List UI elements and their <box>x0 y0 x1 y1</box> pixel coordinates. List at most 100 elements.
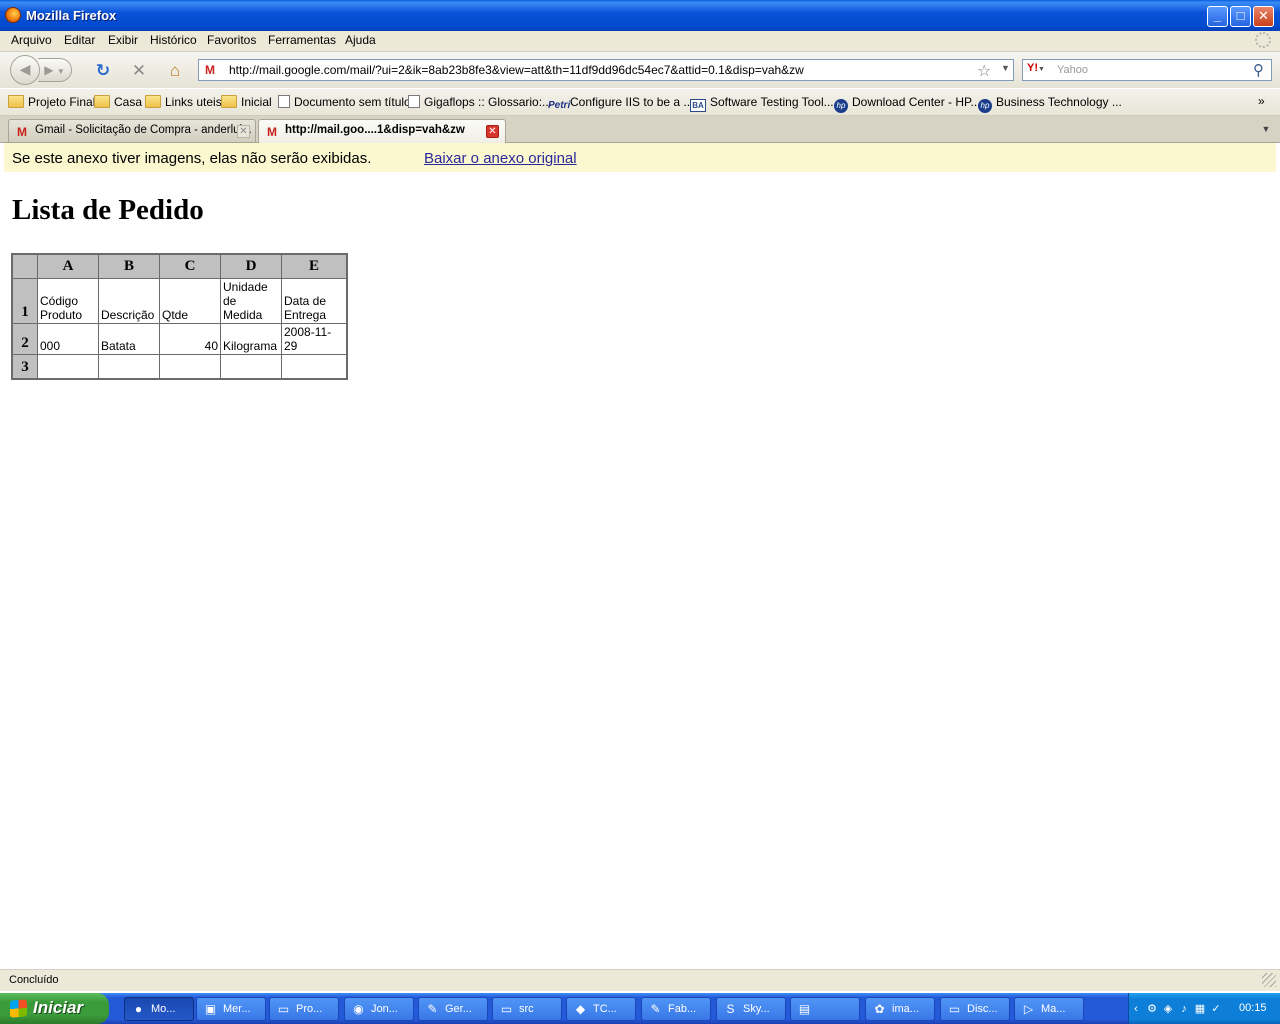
resize-grip-icon[interactable] <box>1262 973 1276 987</box>
taskbar-button[interactable]: ▷ Ma... <box>1014 997 1084 1021</box>
taskbar-button[interactable]: ▭ src <box>492 997 562 1021</box>
url-input[interactable] <box>229 62 969 78</box>
taskbar-button[interactable]: S Sky... <box>716 997 786 1021</box>
column-header-c: C <box>159 253 221 279</box>
home-icon[interactable]: ⌂ <box>165 61 185 81</box>
folder-icon <box>221 95 237 108</box>
table-row: 3 <box>11 354 348 380</box>
tab-gmail[interactable]: M Gmail - Solicitação de Compra - anderl… <box>8 119 256 142</box>
menu-historico[interactable]: Histórico <box>150 33 197 47</box>
search-box[interactable]: Y!▼ ⚲ <box>1022 59 1272 81</box>
forward-button[interactable]: ▶ ▼ <box>38 58 72 82</box>
back-arrow-icon: ◀ <box>19 61 31 77</box>
skype-icon: S <box>726 1002 735 1016</box>
table-cell: 000 <box>37 323 99 355</box>
column-header-b: B <box>98 253 160 279</box>
stop-icon[interactable]: ✕ <box>129 61 149 81</box>
table-cell: Batata <box>98 323 160 355</box>
tab-list-dropdown-icon[interactable]: ▼ <box>1259 122 1273 136</box>
search-magnifier-icon[interactable]: ⚲ <box>1253 61 1264 79</box>
bookmark-item[interactable]: hp Business Technology ... <box>978 95 1122 113</box>
table-cell: Data de Entrega <box>281 278 348 324</box>
ba-icon: BA <box>690 99 706 112</box>
activity-throbber-icon <box>1255 32 1271 48</box>
table-cell: 40 <box>159 323 221 355</box>
bookmark-item[interactable]: Casa <box>94 95 142 109</box>
taskbar-button[interactable]: ✎ Ger... <box>418 997 488 1021</box>
taskbar-button[interactable]: ● Mo... <box>124 997 194 1021</box>
tab-strip: M Gmail - Solicitação de Compra - anderl… <box>0 116 1280 143</box>
tab-close-icon[interactable]: ✕ <box>486 125 499 138</box>
folder-icon: ▭ <box>500 1002 513 1016</box>
taskbar-button[interactable]: ◉ Jon... <box>344 997 414 1021</box>
taskbar-button[interactable]: ✎ Fab... <box>641 997 711 1021</box>
table-cell: 2008-11-29 <box>281 323 348 355</box>
app-window-icon: ▣ <box>204 1002 217 1016</box>
firefox-logo-icon <box>5 7 21 23</box>
tab-attachment[interactable]: M http://mail.goo....1&disp=vah&zw ✕ <box>258 119 506 143</box>
table-cell <box>98 354 160 380</box>
taskbar-button[interactable]: ✿ ima... <box>865 997 935 1021</box>
app-window-icon: ▤ <box>798 1002 811 1016</box>
minimize-button[interactable]: _ <box>1207 6 1228 27</box>
download-original-link[interactable]: Baixar o anexo original <box>424 150 577 167</box>
yahoo-engine-icon[interactable]: Y!▼ <box>1027 62 1045 74</box>
page-content: Lista de Pedido A B C D E 1 Código Produ… <box>4 172 1276 968</box>
bookmark-item[interactable]: Documento sem título <box>278 95 411 109</box>
bookmark-item[interactable]: hp Download Center - HP... <box>834 95 981 113</box>
bookmark-item[interactable]: Gigaflops :: Glossario:... <box>408 95 552 109</box>
antivirus-icon[interactable]: ✓ <box>1209 1002 1223 1016</box>
folder-icon: ▭ <box>948 1002 961 1016</box>
menu-exibir[interactable]: Exibir <box>108 33 138 47</box>
search-input[interactable] <box>1057 62 1247 78</box>
folder-icon: ▭ <box>277 1002 290 1016</box>
close-window-button[interactable]: ✕ <box>1253 6 1274 27</box>
address-bar[interactable]: M ☆ ▼ <box>198 59 1014 81</box>
history-dropdown-icon[interactable]: ▼ <box>57 67 65 76</box>
maximize-button[interactable]: □ <box>1230 6 1251 27</box>
status-text: Concluído <box>9 974 59 986</box>
forward-arrow-icon: ▶ <box>44 63 54 77</box>
bookmark-item[interactable]: BA Software Testing Tool... <box>690 95 834 112</box>
tray-expand-icon[interactable]: ‹ <box>1129 1002 1143 1016</box>
bookmark-star-icon[interactable]: ☆ <box>977 61 991 81</box>
gmail-favicon-icon: M <box>17 125 27 139</box>
hp-icon: hp <box>834 99 848 113</box>
bookmark-item[interactable]: Links uteis <box>145 95 222 109</box>
taskbar-button[interactable]: ▭ Pro... <box>269 997 339 1021</box>
tool-icon: ✎ <box>650 1002 661 1016</box>
url-dropdown-icon[interactable]: ▼ <box>1001 63 1010 73</box>
window-title: Mozilla Firefox <box>26 8 117 23</box>
firefox-icon: ● <box>134 1002 143 1016</box>
column-header-a: A <box>37 253 99 279</box>
taskbar-button[interactable]: ▤ <box>790 997 860 1021</box>
bookmark-item[interactable]: Inicial <box>221 95 272 109</box>
start-button[interactable]: Iniciar <box>0 993 109 1024</box>
bookmark-item[interactable]: PetriConfigure IIS to be a ... <box>548 95 693 113</box>
menu-bar: Arquivo Editar Exibir Histórico Favorito… <box>0 31 1280 52</box>
reload-icon[interactable]: ↻ <box>93 61 113 81</box>
speaker-icon[interactable]: ♪ <box>1177 1002 1191 1016</box>
taskbar-button[interactable]: ▭ Disc... <box>940 997 1010 1021</box>
tab-close-icon[interactable]: ✕ <box>237 125 250 138</box>
menu-ferramentas[interactable]: Ferramentas <box>268 33 336 47</box>
menu-ajuda[interactable]: Ajuda <box>345 33 376 47</box>
menu-favoritos[interactable]: Favoritos <box>207 33 256 47</box>
taskbar-button[interactable]: ◆ TC... <box>566 997 636 1021</box>
back-button[interactable]: ◀ <box>10 55 40 85</box>
table-row: 1 Código Produto Descrição Qtde Unidade … <box>11 278 348 324</box>
bookmark-item[interactable]: Projeto Final <box>8 95 95 109</box>
play-icon: ▷ <box>1023 1002 1034 1016</box>
tab-label: Gmail - Solicitação de Compra - anderlui… <box>35 124 252 136</box>
bookmarks-overflow-icon[interactable]: » <box>1258 94 1265 108</box>
title-bar: Mozilla Firefox _ □ ✕ <box>0 0 1280 31</box>
taskbar-button[interactable]: ▣ Mer... <box>196 997 266 1021</box>
menu-arquivo[interactable]: Arquivo <box>11 33 52 47</box>
printer-icon[interactable]: ▦ <box>1193 1002 1207 1016</box>
shield-icon[interactable]: ◈ <box>1161 1002 1175 1016</box>
network-icon[interactable]: ⚙ <box>1145 1002 1159 1016</box>
bookmarks-toolbar: Projeto Final Casa Links uteis Inicial D… <box>0 89 1280 116</box>
menu-editar[interactable]: Editar <box>64 33 95 47</box>
gmail-favicon-icon: M <box>267 125 277 139</box>
table-cell: Unidade de Medida <box>220 278 282 324</box>
